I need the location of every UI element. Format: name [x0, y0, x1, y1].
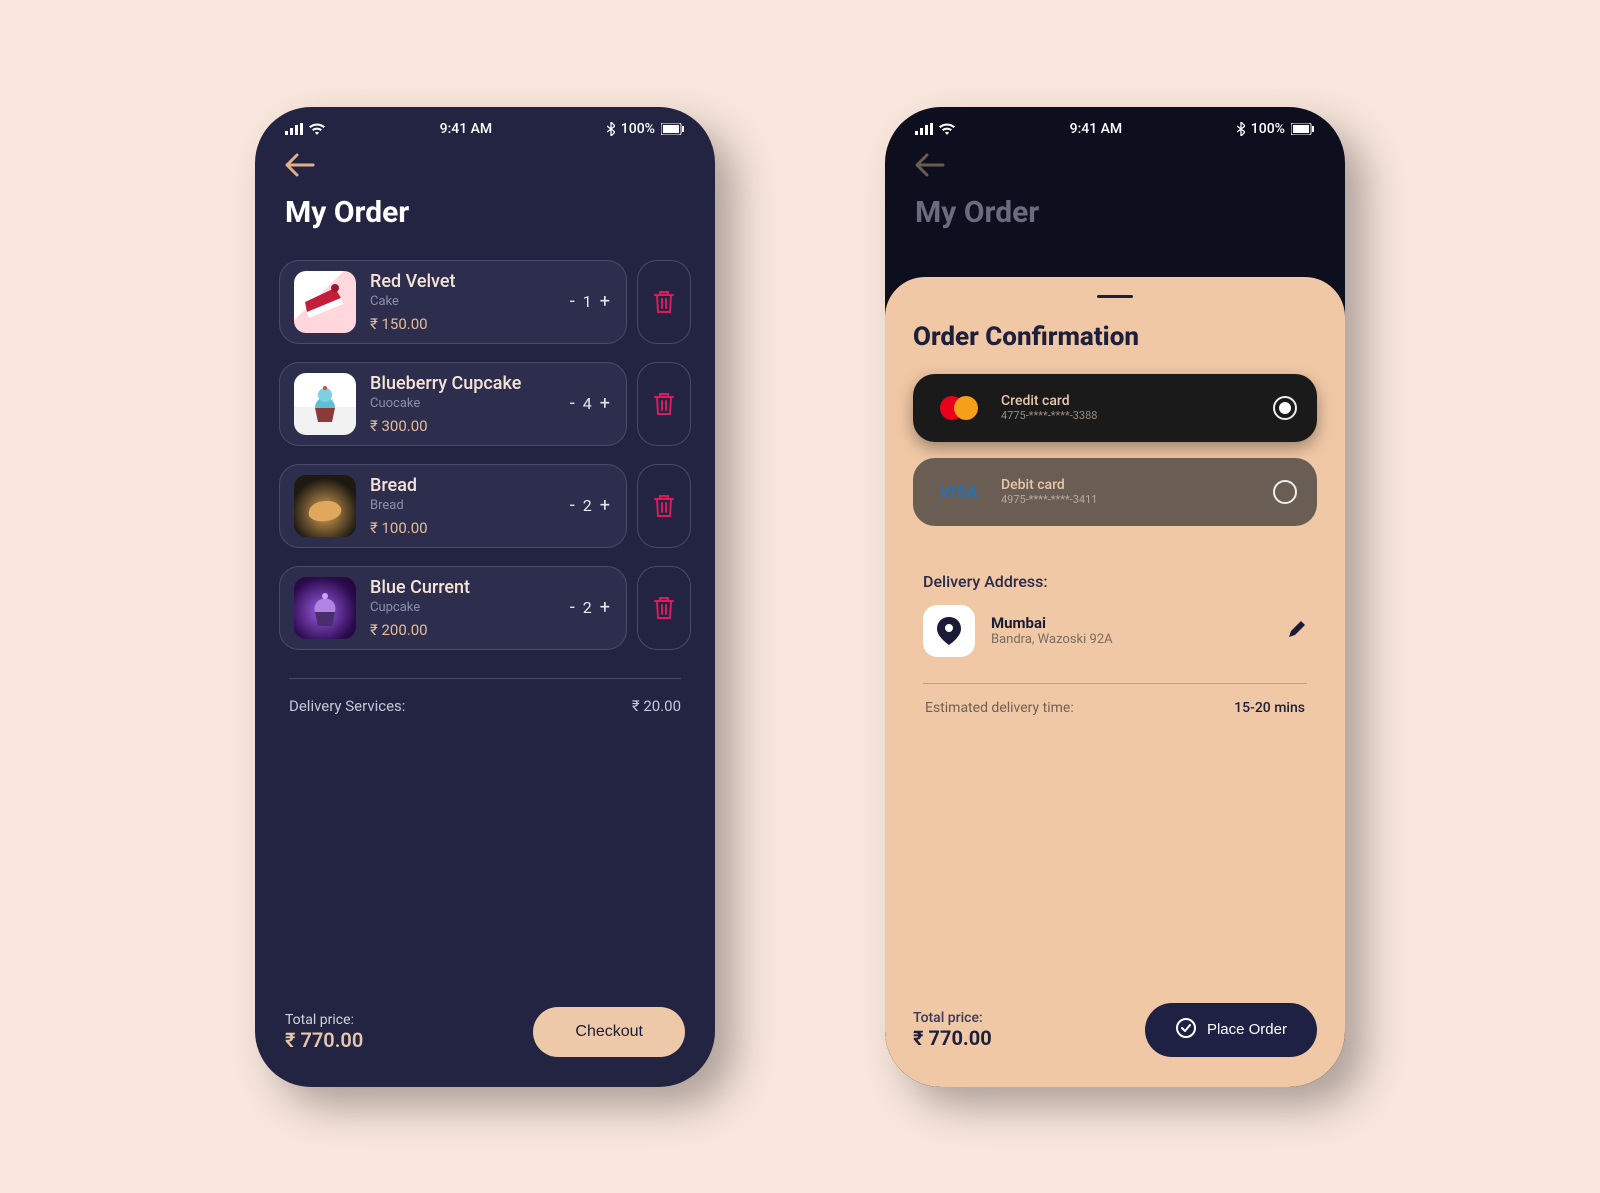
wifi-icon [309, 123, 325, 135]
delivery-fee-row: Delivery Services: ₹ 20.00 [255, 679, 715, 715]
status-bar: 9:41 AM 100% [255, 107, 715, 143]
total-price: ₹ 770.00 [285, 1028, 363, 1052]
total-label: Total price: [285, 1012, 363, 1028]
eta-value: 15-20 mins [1234, 700, 1305, 716]
qty-increase[interactable]: + [598, 291, 612, 312]
qty-decrease[interactable]: - [568, 393, 577, 414]
item-price: ₹ 100.00 [370, 519, 554, 537]
qty-decrease[interactable]: - [568, 597, 577, 618]
bluetooth-icon [1237, 122, 1245, 136]
sheet-title: Order Confirmation [913, 322, 1317, 352]
item-name: Blueberry Cupcake [370, 373, 554, 394]
qty-increase[interactable]: + [598, 597, 612, 618]
item-card[interactable]: Blueberry Cupcake Cuocake ₹ 300.00 - 4 + [279, 362, 627, 446]
confirmation-sheet: Order Confirmation Credit card 4775-****… [885, 277, 1345, 1087]
radio-selected[interactable] [1273, 396, 1297, 420]
sheet-footer: Total price: ₹ 770.00 Place Order [913, 1003, 1317, 1057]
payment-option-debit[interactable]: VISA Debit card 4975-****-****-3411 [913, 458, 1317, 526]
qty-increase[interactable]: + [598, 393, 612, 414]
wifi-icon [939, 123, 955, 135]
qty-value: 2 [583, 598, 592, 617]
page-title-dimmed: My Order [885, 189, 1345, 260]
phone-order-confirmation: 9:41 AM 100% My Order Order Confirmation… [885, 107, 1345, 1087]
sheet-grabber[interactable] [1097, 295, 1133, 298]
battery-icon [661, 123, 685, 135]
mastercard-icon [933, 392, 985, 424]
back-button[interactable] [285, 153, 315, 177]
page-title: My Order [255, 189, 715, 260]
total-price: ₹ 770.00 [913, 1026, 992, 1050]
status-time: 9:41 AM [1070, 121, 1123, 137]
item-price: ₹ 200.00 [370, 621, 554, 639]
item-category: Bread [370, 498, 554, 513]
signal-icon [285, 123, 303, 135]
item-card[interactable]: Bread Bread ₹ 100.00 - 2 + [279, 464, 627, 548]
battery-icon [1291, 123, 1315, 135]
qty-value: 2 [583, 496, 592, 515]
place-order-label: Place Order [1207, 1021, 1287, 1038]
item-category: Cuocake [370, 396, 554, 411]
qty-value: 4 [583, 394, 592, 413]
back-button[interactable] [915, 153, 945, 177]
cart-footer: Total price: ₹ 770.00 Checkout [255, 1007, 715, 1057]
item-card[interactable]: Blue Current Cupcake ₹ 200.00 - 2 + [279, 566, 627, 650]
order-items: Red Velvet Cake ₹ 150.00 - 1 + [255, 260, 715, 650]
remove-item-button[interactable] [637, 566, 691, 650]
edit-address-button[interactable] [1287, 619, 1307, 643]
payment-number: 4775-****-****-3388 [1001, 409, 1257, 422]
qty-decrease[interactable]: - [568, 495, 577, 516]
remove-item-button[interactable] [637, 362, 691, 446]
status-bar: 9:41 AM 100% [885, 107, 1345, 143]
visa-icon: VISA [933, 476, 985, 508]
eta-row: Estimated delivery time: 15-20 mins [913, 684, 1317, 716]
order-item: Blueberry Cupcake Cuocake ₹ 300.00 - 4 + [279, 362, 691, 446]
radio-unselected[interactable] [1273, 480, 1297, 504]
address-city: Mumbai [991, 614, 1113, 632]
qty-decrease[interactable]: - [568, 291, 577, 312]
item-category: Cake [370, 294, 554, 309]
item-name: Blue Current [370, 577, 554, 598]
payment-option-credit[interactable]: Credit card 4775-****-****-3388 [913, 374, 1317, 442]
location-icon [923, 605, 975, 657]
payment-type: Credit card [1001, 393, 1257, 409]
payment-type: Debit card [1001, 477, 1257, 493]
status-time: 9:41 AM [440, 121, 493, 137]
status-battery-pct: 100% [621, 121, 655, 137]
item-price: ₹ 300.00 [370, 417, 554, 435]
total-label: Total price: [913, 1010, 992, 1026]
order-item: Blue Current Cupcake ₹ 200.00 - 2 + [279, 566, 691, 650]
item-card[interactable]: Red Velvet Cake ₹ 150.00 - 1 + [279, 260, 627, 344]
address-row: Mumbai Bandra, Wazoski 92A [913, 605, 1317, 657]
qty-value: 1 [583, 292, 592, 311]
item-thumbnail [294, 475, 356, 537]
signal-icon [915, 123, 933, 135]
item-thumbnail [294, 577, 356, 639]
item-name: Bread [370, 475, 554, 496]
item-category: Cupcake [370, 600, 554, 615]
place-order-button[interactable]: Place Order [1145, 1003, 1317, 1057]
remove-item-button[interactable] [637, 260, 691, 344]
payment-number: 4975-****-****-3411 [1001, 493, 1257, 506]
bluetooth-icon [607, 122, 615, 136]
delivery-fee: ₹ 20.00 [632, 697, 681, 715]
address-label: Delivery Address: [923, 572, 1307, 591]
item-name: Red Velvet [370, 271, 554, 292]
item-thumbnail [294, 373, 356, 435]
status-battery-pct: 100% [1251, 121, 1285, 137]
order-item: Bread Bread ₹ 100.00 - 2 + [279, 464, 691, 548]
checkout-button[interactable]: Checkout [533, 1007, 685, 1057]
order-item: Red Velvet Cake ₹ 150.00 - 1 + [279, 260, 691, 344]
phone-my-order: 9:41 AM 100% My Order Red Velvet [255, 107, 715, 1087]
qty-increase[interactable]: + [598, 495, 612, 516]
eta-label: Estimated delivery time: [925, 700, 1074, 716]
remove-item-button[interactable] [637, 464, 691, 548]
item-price: ₹ 150.00 [370, 315, 554, 333]
item-thumbnail [294, 271, 356, 333]
delivery-label: Delivery Services: [289, 697, 405, 715]
address-street: Bandra, Wazoski 92A [991, 632, 1113, 647]
checkmark-icon [1175, 1017, 1197, 1043]
